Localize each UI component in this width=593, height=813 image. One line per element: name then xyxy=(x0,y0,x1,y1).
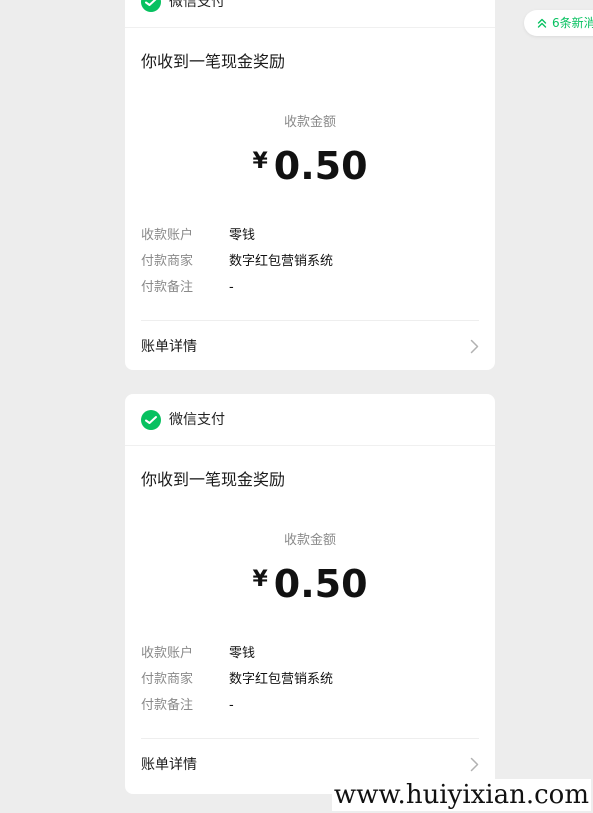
amount-label: 收款金额 xyxy=(283,533,336,548)
detail-row-note: 付款备注 - xyxy=(141,279,481,297)
bill-details-label: 账单详情 xyxy=(141,757,197,773)
double-chevron-up-icon xyxy=(537,18,547,28)
detail-value: 零钱 xyxy=(229,228,256,243)
detail-label: 收款账户 xyxy=(141,646,194,661)
currency-symbol: ¥ xyxy=(252,149,268,174)
detail-label: 付款备注 xyxy=(141,280,194,295)
wechat-pay-logo-icon xyxy=(141,0,161,12)
detail-label: 付款商家 xyxy=(141,672,194,687)
card-header: 微信支付 xyxy=(125,0,495,28)
brand-name: 微信支付 xyxy=(169,0,225,10)
detail-label: 付款备注 xyxy=(141,698,194,713)
chevron-right-icon xyxy=(470,339,479,354)
detail-value: 数字红包营销系统 xyxy=(229,254,334,269)
bill-details-link[interactable]: 账单详情 xyxy=(125,321,495,370)
currency-symbol: ¥ xyxy=(252,567,268,592)
amount-value: 0.50 xyxy=(273,144,368,188)
detail-value: 零钱 xyxy=(229,646,256,661)
wechat-pay-logo-icon xyxy=(141,410,161,430)
detail-value: - xyxy=(229,698,234,713)
detail-row-note: 付款备注 - xyxy=(141,697,481,715)
card-title: 你收到一笔现金奖励 xyxy=(141,52,286,71)
detail-value: 数字红包营销系统 xyxy=(229,672,334,687)
new-messages-button[interactable]: 6条新消息 xyxy=(524,10,593,36)
amount-label: 收款金额 xyxy=(283,115,336,130)
detail-row-merchant: 付款商家 数字红包营销系统 xyxy=(141,253,481,271)
detail-row-account: 收款账户 零钱 xyxy=(141,227,481,245)
detail-label: 付款商家 xyxy=(141,254,194,269)
new-messages-label: 6条新消息 xyxy=(552,16,593,30)
card-title: 你收到一笔现金奖励 xyxy=(141,470,286,489)
amount-value: 0.50 xyxy=(273,562,368,606)
brand-name: 微信支付 xyxy=(169,412,225,428)
amount-display: ¥0.50 xyxy=(125,144,495,188)
amount-display: ¥0.50 xyxy=(125,562,495,606)
detail-row-merchant: 付款商家 数字红包营销系统 xyxy=(141,671,481,689)
watermark: www.huiyixian.com xyxy=(331,779,591,811)
detail-row-account: 收款账户 零钱 xyxy=(141,645,481,663)
payment-message-card[interactable]: 微信支付 你收到一笔现金奖励 收款金额 ¥0.50 收款账户 零钱 付款商家 数… xyxy=(125,394,495,794)
bill-details-label: 账单详情 xyxy=(141,339,197,355)
chevron-right-icon xyxy=(470,757,479,772)
detail-label: 收款账户 xyxy=(141,228,194,243)
payment-message-card[interactable]: 微信支付 你收到一笔现金奖励 收款金额 ¥0.50 收款账户 零钱 付款商家 数… xyxy=(125,0,495,370)
card-header: 微信支付 xyxy=(125,394,495,446)
detail-value: - xyxy=(229,280,234,295)
